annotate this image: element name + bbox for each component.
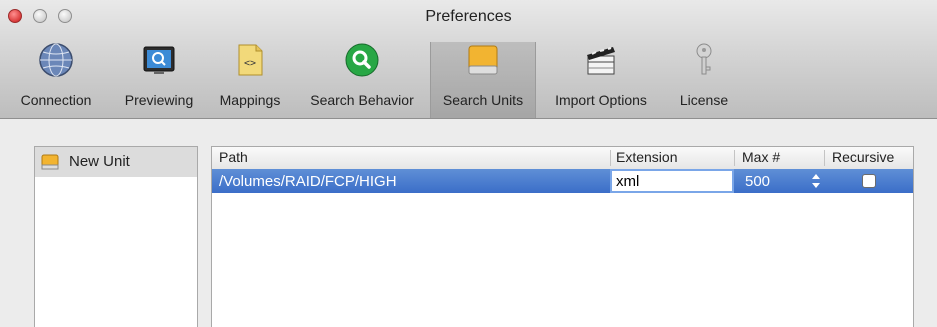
extension-field[interactable] bbox=[610, 169, 734, 193]
toolbar-label: Connection bbox=[20, 92, 92, 108]
toolbar-license[interactable]: License bbox=[666, 42, 742, 118]
column-header-path[interactable]: Path bbox=[219, 149, 248, 165]
toolbar-search-behavior[interactable]: Search Behavior bbox=[294, 42, 430, 118]
toolbar-search-units[interactable]: Search Units bbox=[430, 42, 536, 118]
column-header-recursive[interactable]: Recursive bbox=[832, 149, 894, 165]
key-icon bbox=[696, 43, 712, 75]
clapperboard-icon bbox=[587, 47, 615, 75]
toolbar-label: Mappings bbox=[219, 92, 281, 108]
column-divider bbox=[824, 150, 825, 166]
xml-document-icon: <> bbox=[238, 44, 263, 76]
toolbar-label: Search Units bbox=[442, 92, 524, 108]
svg-text:<>: <> bbox=[244, 58, 256, 69]
window-title: Preferences bbox=[425, 8, 512, 25]
stepper-icon[interactable] bbox=[811, 172, 821, 190]
toolbar-label: Search Behavior bbox=[310, 92, 414, 108]
units-list: New Unit bbox=[34, 146, 198, 327]
toolbar-previewing[interactable]: Previewing bbox=[112, 42, 206, 118]
toolbar-connection[interactable]: Connection bbox=[0, 42, 112, 118]
toolbar-label: Import Options bbox=[555, 92, 647, 108]
column-header-extension[interactable]: Extension bbox=[616, 149, 677, 165]
column-divider bbox=[610, 150, 611, 166]
column-divider bbox=[734, 150, 735, 166]
toolbar-mappings[interactable]: <> Mappings bbox=[206, 42, 294, 118]
search-units-table: Path Extension Max # Recursive /Volumes/… bbox=[211, 146, 914, 327]
toolbar-label: Previewing bbox=[124, 92, 194, 108]
table-header: Path Extension Max # Recursive bbox=[212, 147, 913, 170]
table-row[interactable]: /Volumes/RAID/FCP/HIGH 500 bbox=[212, 169, 913, 193]
max-cell[interactable]: 500 bbox=[745, 173, 770, 190]
title-bar: Preferences Connection Previewing <> Map… bbox=[0, 0, 937, 119]
column-header-max[interactable]: Max # bbox=[742, 149, 780, 165]
path-cell[interactable]: /Volumes/RAID/FCP/HIGH bbox=[219, 173, 397, 190]
extension-input[interactable] bbox=[614, 172, 730, 190]
content-area: New Unit Path Extension Max # Recursive … bbox=[0, 119, 937, 327]
unit-label: New Unit bbox=[69, 153, 130, 170]
unit-item[interactable]: New Unit bbox=[35, 147, 197, 177]
toolbar-import-options[interactable]: Import Options bbox=[536, 42, 666, 118]
magnifier-icon bbox=[345, 43, 379, 77]
hard-drive-icon bbox=[468, 45, 498, 75]
globe-icon bbox=[39, 43, 73, 77]
preferences-window: Preferences Connection Previewing <> Map… bbox=[0, 0, 937, 327]
drive-icon bbox=[41, 154, 59, 170]
monitor-icon bbox=[143, 46, 175, 74]
toolbar-label: License bbox=[679, 92, 729, 108]
recursive-checkbox[interactable] bbox=[862, 174, 876, 188]
